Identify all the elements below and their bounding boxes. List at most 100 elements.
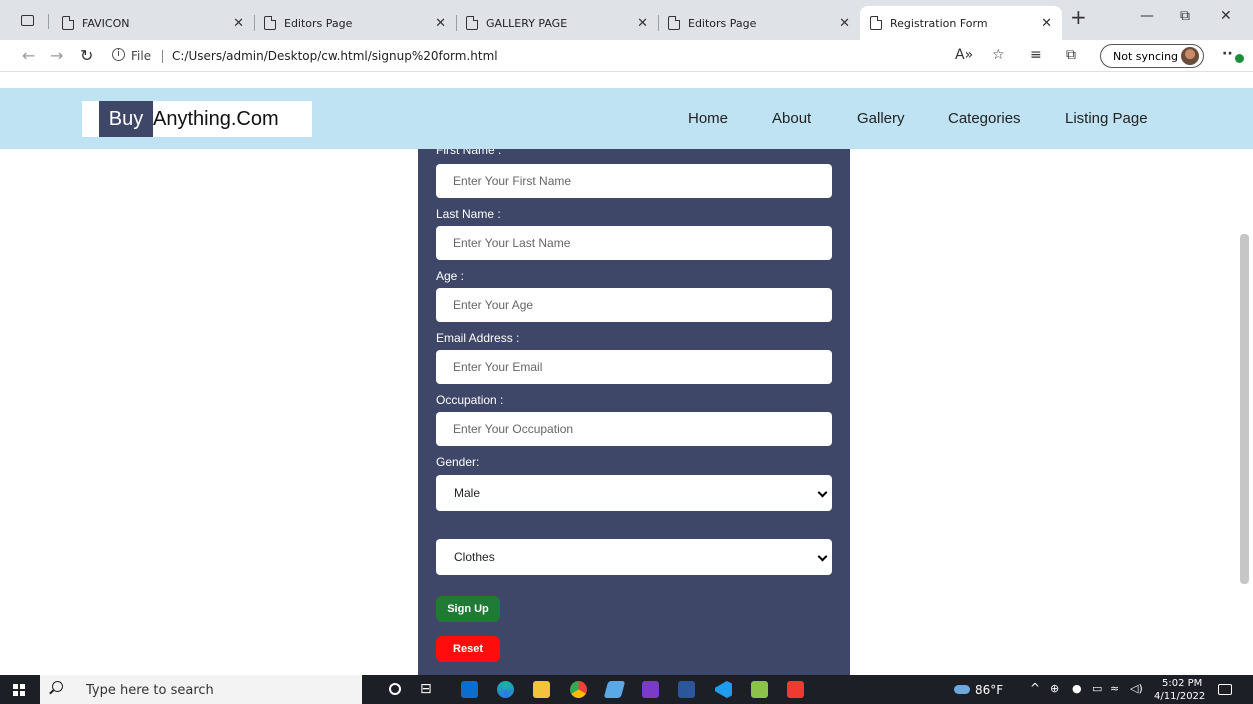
email-label: Email Address : <box>436 331 520 345</box>
tab-gallery-page[interactable]: GALLERY PAGE ✕ <box>456 6 659 40</box>
nav-home[interactable]: Home <box>688 110 728 127</box>
logo-buy: Buy <box>99 101 153 137</box>
tray-chevron-up-icon[interactable]: ^ <box>1030 681 1040 695</box>
tab-registration-form[interactable]: Registration Form ✕ <box>860 6 1062 40</box>
tab-title: Registration Form <box>890 16 988 30</box>
last-name-label: Last Name : <box>436 207 501 221</box>
paint-icon[interactable] <box>603 681 626 698</box>
notifications-icon[interactable] <box>1218 684 1232 695</box>
wifi-icon[interactable]: ≈ <box>1110 682 1119 695</box>
windows-taskbar: Type here to search ⊟ 86°F ^ ⊕ ● ▭ ≈ ◁) … <box>0 675 1253 704</box>
first-name-label: First Name : <box>436 149 502 157</box>
tab-title: Editors Page <box>688 16 757 30</box>
nav-gallery[interactable]: Gallery <box>857 110 905 127</box>
taskbar-search[interactable]: Type here to search <box>40 675 362 704</box>
favorite-star-icon[interactable]: ☆ <box>992 47 1005 63</box>
page-icon <box>466 16 478 30</box>
tab-editors-page[interactable]: Editors Page ✕ <box>254 6 457 40</box>
page-icon <box>668 16 680 30</box>
microphone-icon[interactable]: ● <box>1072 682 1082 695</box>
update-badge-icon <box>1235 54 1244 63</box>
taskbar-search-placeholder: Type here to search <box>86 683 214 698</box>
favorites-list-icon[interactable]: ≡ <box>1030 47 1042 63</box>
file-explorer-icon[interactable] <box>533 681 550 698</box>
close-tab-icon[interactable]: ✕ <box>1041 16 1052 31</box>
close-tab-icon[interactable]: ✕ <box>637 16 648 31</box>
vscode-icon[interactable] <box>715 681 732 698</box>
nav-listing-page[interactable]: Listing Page <box>1065 110 1148 127</box>
weather-icon[interactable] <box>954 685 970 694</box>
tab-title: GALLERY PAGE <box>486 16 568 30</box>
clock-date[interactable]: 4/11/2022 <box>1154 691 1205 702</box>
read-aloud-icon[interactable]: A» <box>955 47 973 63</box>
site-logo[interactable]: Buy Anything.Com <box>82 101 312 137</box>
back-arrow-icon[interactable]: ← <box>22 46 35 65</box>
edge-browser-icon[interactable] <box>497 681 514 698</box>
close-tab-icon[interactable]: ✕ <box>233 16 244 31</box>
tab-actions-icon[interactable] <box>21 15 34 26</box>
registration-form: First Name : Last Name : Age : Email Add… <box>418 149 850 675</box>
email-input[interactable] <box>436 350 832 384</box>
gender-label: Gender: <box>436 455 480 469</box>
minimize-button[interactable]: — <box>1140 8 1154 24</box>
address-divider <box>162 50 163 63</box>
clock-time[interactable]: 5:02 PM <box>1162 678 1202 689</box>
occupation-input[interactable] <box>436 412 832 446</box>
reset-button[interactable]: Reset <box>436 636 500 662</box>
collections-icon[interactable]: ⧉ <box>1066 47 1076 63</box>
sync-label: Not syncing <box>1113 49 1179 63</box>
page-icon <box>870 16 882 30</box>
page-icon <box>264 16 276 30</box>
info-icon[interactable]: i <box>112 48 125 61</box>
age-input[interactable] <box>436 288 832 322</box>
weather-temp[interactable]: 86°F <box>975 683 1003 697</box>
new-tab-button[interactable]: + <box>1070 5 1087 29</box>
close-tab-icon[interactable]: ✕ <box>435 16 446 31</box>
windows-start-icon[interactable] <box>13 684 25 696</box>
chrome-icon[interactable] <box>570 681 587 698</box>
restore-button[interactable]: ⧉ <box>1180 8 1190 24</box>
page-scrollbar[interactable] <box>1240 234 1249 584</box>
avatar <box>1181 47 1199 65</box>
site-navbar: Buy Anything.Com Home About Gallery Cate… <box>0 88 1253 149</box>
browser-toolbar: ← → ↻ i File C:/Users/admin/Desktop/cw.h… <box>0 40 1253 72</box>
battery-icon[interactable]: ▭ <box>1092 682 1102 695</box>
chevron-down-icon <box>817 551 828 562</box>
address-scheme: File <box>131 49 152 63</box>
nav-about[interactable]: About <box>772 110 811 127</box>
anydesk-icon[interactable] <box>787 681 804 698</box>
search-icon <box>52 681 63 692</box>
close-window-button[interactable]: ✕ <box>1220 8 1232 24</box>
signup-button[interactable]: Sign Up <box>436 596 500 622</box>
profile-sync-button[interactable]: Not syncing <box>1100 44 1204 68</box>
task-view-icon[interactable]: ⊟ <box>420 681 432 697</box>
browser-tab-strip: FAVICON ✕ Editors Page ✕ GALLERY PAGE ✕ … <box>0 0 1253 40</box>
outlook-icon[interactable] <box>461 681 478 698</box>
tab-title: FAVICON <box>82 16 130 30</box>
forward-arrow-icon[interactable]: → <box>50 46 63 65</box>
cortana-icon[interactable] <box>389 683 401 695</box>
tab-title: Editors Page <box>284 16 353 30</box>
logo-anything: Anything.Com <box>153 108 279 130</box>
tab-editors-page-2[interactable]: Editors Page ✕ <box>658 6 860 40</box>
store-app-icon[interactable] <box>642 681 659 698</box>
tab-divider <box>48 14 49 29</box>
occupation-label: Occupation : <box>436 393 504 407</box>
gender-select[interactable]: Male <box>436 475 832 511</box>
network-icon[interactable]: ⊕ <box>1050 682 1059 695</box>
category-select[interactable]: Clothes <box>436 539 832 575</box>
close-tab-icon[interactable]: ✕ <box>839 16 850 31</box>
word-icon[interactable] <box>678 681 695 698</box>
volume-icon[interactable]: ◁) <box>1130 682 1143 695</box>
nav-categories[interactable]: Categories <box>948 110 1021 127</box>
page-icon <box>62 16 74 30</box>
notepad-icon[interactable] <box>751 681 768 698</box>
tab-favicon[interactable]: FAVICON ✕ <box>52 6 255 40</box>
category-selected-value: Clothes <box>454 550 495 564</box>
last-name-input[interactable] <box>436 226 832 260</box>
address-url[interactable]: C:/Users/admin/Desktop/cw.html/signup%20… <box>172 49 498 63</box>
chevron-down-icon <box>817 487 828 498</box>
more-menu-icon[interactable]: ·· <box>1222 46 1233 62</box>
refresh-icon[interactable]: ↻ <box>80 46 93 65</box>
first-name-input[interactable] <box>436 164 832 198</box>
